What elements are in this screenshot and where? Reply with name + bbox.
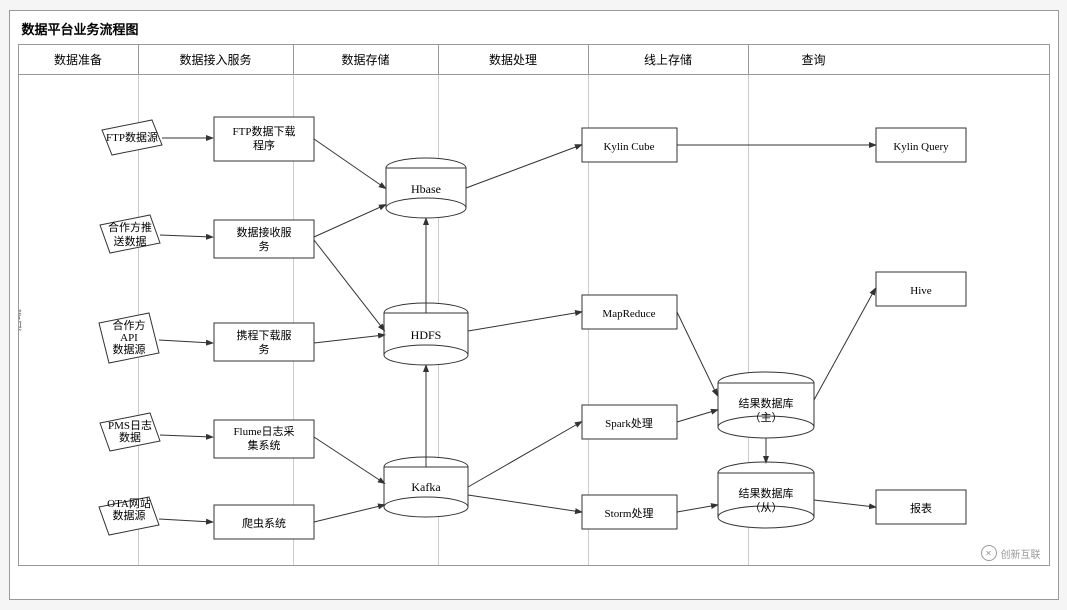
column-headers: 数据准备 数据接入服务 数据存储 数据处理 线上存储 查询 xyxy=(19,45,1049,75)
watermark-icon: ✕ xyxy=(981,545,997,561)
kylin-query-label: Kylin Query xyxy=(893,141,949,153)
ftp-dl-label1: FTP数据下载 xyxy=(232,124,295,138)
pms-label1: PMS日志 xyxy=(107,419,151,432)
col-header-1: 数据准备 xyxy=(19,45,139,74)
crawl-dl-label2: 务 xyxy=(258,343,269,356)
ota-label2: 数据源 xyxy=(112,508,145,522)
diagram-wrapper: 数据平台业务流程图 数据准备 数据接入服务 数据存储 数据处理 线上存储 查询 xyxy=(9,10,1059,600)
result-slave-label1: 结果数据库 xyxy=(738,486,793,500)
spark-label: Spark处理 xyxy=(605,417,653,430)
mapreduce-label: MapReduce xyxy=(602,308,655,320)
storm-label: Storm处理 xyxy=(604,507,653,520)
report-label: 报表 xyxy=(910,501,932,515)
pms-label2: 数据 xyxy=(119,430,141,444)
diagram-title: 数据平台业务流程图 xyxy=(14,15,1054,42)
result-slave-label2: （从） xyxy=(749,501,782,514)
kafka-label: Kafka xyxy=(411,480,441,494)
hdfs-label: HDFS xyxy=(410,328,441,342)
flume-label1: Flume日志采 xyxy=(233,425,294,438)
partner-api-label3: 数据源 xyxy=(112,342,145,356)
data-recv-label1: 数据接收服 xyxy=(236,225,291,239)
kylin-cube-label: Kylin Cube xyxy=(603,141,654,153)
hive-label: Hive xyxy=(910,285,932,297)
col-header-2: 数据接入服务 xyxy=(139,45,294,74)
partner-push-label2: 送数据 xyxy=(113,234,146,248)
ftp-source-label: FTP数据源 xyxy=(106,130,158,144)
data-recv-label2: 务 xyxy=(258,240,269,253)
diagram-svg: FTP数据源 合作方推 送数据 合作方 API 数据源 PMS日志 数据 OTA… xyxy=(19,75,1049,565)
watermark-text: 创新互联 xyxy=(1001,546,1041,561)
diagram-main: 数据准备 数据接入服务 数据存储 数据处理 线上存储 查询 xyxy=(18,44,1050,566)
hbase-label: Hbase xyxy=(411,182,441,196)
flume-label2: 集系统 xyxy=(247,438,280,452)
ota-label1: OTA网站 xyxy=(107,496,151,510)
partner-api-label1: 合作方 xyxy=(112,318,145,332)
result-master-label1: 结果数据库 xyxy=(738,396,793,410)
partner-push-label1: 合作方推 xyxy=(108,220,152,234)
left-label: 后端 xyxy=(18,309,24,331)
result-master-label2: （主） xyxy=(749,411,782,424)
col-header-5: 线上存储 xyxy=(589,45,749,74)
partner-api-label2: API xyxy=(120,332,138,344)
crawler-label: 爬虫系统 xyxy=(242,517,286,530)
col-header-3: 数据存储 xyxy=(294,45,439,74)
crawl-dl-label1: 携程下载服 xyxy=(236,328,291,342)
ftp-dl-label2: 程序 xyxy=(253,138,275,152)
content-area: FTP数据源 合作方推 送数据 合作方 API 数据源 PMS日志 数据 OTA… xyxy=(19,75,1049,565)
watermark: ✕ 创新互联 xyxy=(981,545,1041,561)
col-header-6: 查询 xyxy=(749,45,879,74)
col-header-4: 数据处理 xyxy=(439,45,589,74)
